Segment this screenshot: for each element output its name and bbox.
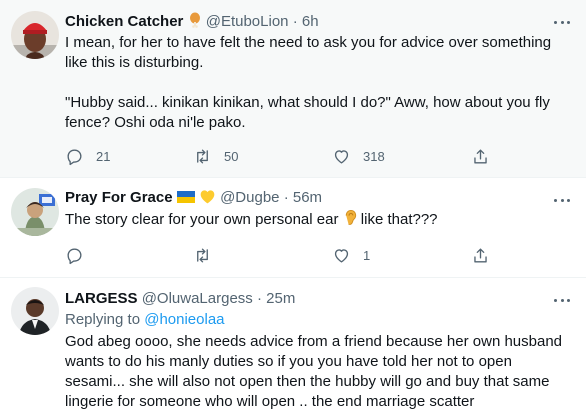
display-name[interactable]: Pray For Grace [65,189,173,206]
replying-to-label: Replying to [65,311,145,328]
tweet[interactable]: LARGESS @OluwaLargess · 25m Replying to … [0,278,586,420]
avatar[interactable] [11,188,59,236]
share-icon [474,148,487,164]
avatar[interactable] [11,11,59,59]
like-button[interactable]: 1 [332,244,370,266]
timestamp[interactable]: 6h [302,13,319,30]
separator-dot: · [292,13,298,30]
handle[interactable]: @EtuboLion [206,13,289,30]
like-button[interactable]: 318 [332,145,385,167]
tweet-header: LARGESS @OluwaLargess · 25m [65,288,574,310]
tweet-text: The story clear for your own personal ea… [65,209,574,232]
retweet-icon [197,247,208,263]
heart-icon [334,248,349,263]
tweet-text: I mean, for her to have felt the need to… [65,34,552,131]
ear-icon [343,209,357,232]
display-name[interactable]: LARGESS [65,290,138,307]
more-options-icon[interactable] [552,290,572,310]
handle[interactable]: @Dugbe [220,189,279,206]
reply-button[interactable] [65,244,84,266]
replying-to: Replying to @honieolaa [65,310,574,330]
retweet-count: 50 [224,148,239,164]
like-count: 1 [363,247,371,263]
separator-dot: · [283,189,289,206]
like-count: 318 [363,148,385,164]
tweet-text-part: The story clear for your own personal ea… [65,211,343,228]
share-button[interactable] [471,244,490,266]
retweet-button[interactable]: 50 [193,145,238,167]
chicken-leg-icon [188,12,202,35]
tweet-header: Pray For Grace @Dugbe · 56m [65,187,574,209]
ukraine-flag-icon [176,189,195,211]
reply-icon [67,148,82,165]
tweet-text: God abeg oooo, she needs advice from a f… [65,333,563,410]
replying-to-link[interactable]: @honieolaa [144,311,224,328]
reply-count: 21 [96,148,111,164]
timestamp[interactable]: 25m [266,290,295,307]
share-icon [474,247,487,263]
reply-icon [67,247,82,264]
tweet-text-part: like that??? [356,211,438,228]
separator-dot: · [256,290,262,307]
tweet-header: Chicken Catcher @EtuboLion · 6h [65,11,574,33]
tweet-actions: 1 [65,244,495,266]
retweet-icon [197,148,208,164]
reply-button[interactable]: 21 [65,145,110,167]
tweet[interactable]: Chicken Catcher @EtuboLion · 6h I mean, … [0,0,586,178]
yellow-heart-icon [199,189,216,211]
handle[interactable]: @OluwaLargess [142,290,253,307]
timestamp[interactable]: 56m [293,189,322,206]
tweet[interactable]: Pray For Grace @Dugbe · 56m The story cl… [0,178,586,278]
display-name[interactable]: Chicken Catcher [65,13,183,30]
more-options-icon[interactable] [552,190,572,210]
avatar[interactable] [11,287,59,335]
tweet-actions: 21 50 318 [65,145,495,167]
share-button[interactable] [471,145,490,167]
more-options-icon[interactable] [552,12,572,32]
heart-icon [334,149,349,164]
retweet-button[interactable] [193,244,212,266]
